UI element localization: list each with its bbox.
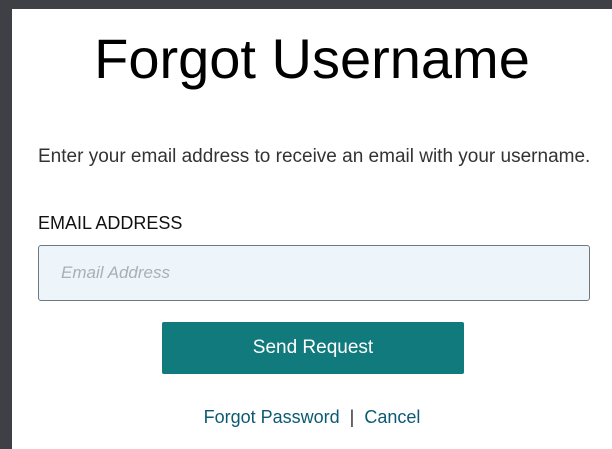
cancel-link[interactable]: Cancel (364, 407, 420, 427)
email-input[interactable] (38, 245, 590, 301)
window-frame-left (0, 0, 12, 449)
forgot-password-link[interactable]: Forgot Password (204, 407, 340, 427)
send-request-button[interactable]: Send Request (162, 322, 464, 374)
page-title: Forgot Username (94, 27, 530, 90)
link-separator: | (349, 407, 355, 427)
forgot-username-card: Forgot Username Enter your email address… (12, 9, 612, 449)
footer-links: Forgot Password | Cancel (12, 405, 612, 429)
email-label: EMAIL ADDRESS (38, 213, 183, 233)
instructions-text: Enter your email address to receive an e… (38, 146, 591, 167)
window-frame-top (0, 0, 612, 9)
